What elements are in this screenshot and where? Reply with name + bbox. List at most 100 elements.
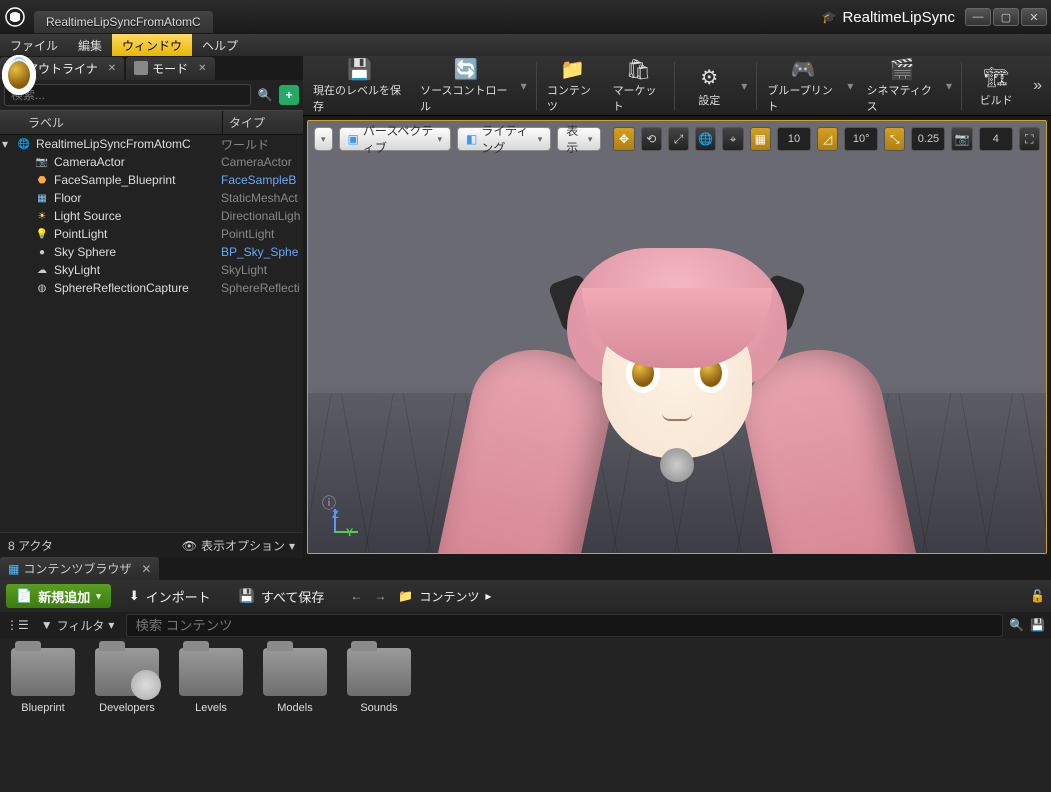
- asset-folder[interactable]: Developers: [92, 648, 162, 782]
- chevron-down-icon[interactable]: ▾: [946, 79, 957, 93]
- tab-content-browser[interactable]: ▦ コンテンツブラウザ ✕: [0, 557, 159, 580]
- row-type[interactable]: FaceSampleB: [221, 173, 301, 187]
- blueprint-button[interactable]: 🎮 ブループリント: [761, 58, 845, 114]
- menu-edit[interactable]: 編集: [68, 34, 112, 56]
- viewport-options-button[interactable]: ▾: [314, 127, 333, 151]
- search-icon[interactable]: 🔍: [255, 85, 275, 105]
- perspective-button[interactable]: ▣パースペクティブ▾: [339, 127, 452, 151]
- table-row[interactable]: 👁 ● Sky Sphere BP_Sky_Sphe: [0, 243, 303, 261]
- collapse-icon[interactable]: ▾: [2, 137, 12, 151]
- show-button[interactable]: 表示▾: [557, 127, 601, 151]
- filter-icon: ▼: [41, 618, 53, 632]
- surface-snap-icon[interactable]: ⌖: [722, 127, 743, 151]
- outliner-body[interactable]: 👁 ▾ 🌐 RealtimeLipSyncFromAtomC ワールド 👁 📷 …: [0, 135, 303, 532]
- asset-folder[interactable]: Levels: [176, 648, 246, 782]
- save-icon: 💾: [344, 57, 376, 82]
- maximize-viewport-icon[interactable]: ⛶: [1019, 127, 1040, 151]
- asset-folder[interactable]: Models: [260, 648, 330, 782]
- scale-gizmo-icon[interactable]: ⤢: [668, 127, 689, 151]
- maximize-button[interactable]: ▢: [993, 8, 1019, 26]
- settings-button[interactable]: ⚙ 設定: [679, 58, 739, 114]
- close-icon[interactable]: ✕: [141, 562, 151, 576]
- chevron-down-icon[interactable]: ▾: [521, 79, 532, 93]
- static-mesh-icon: ▦: [34, 190, 50, 206]
- import-icon: ⬇: [129, 588, 140, 604]
- cinematics-button[interactable]: 🎬 シネマティクス: [860, 58, 943, 114]
- viewport[interactable]: ▾ ▣パースペクティブ▾ ◧ライティング▾ 表示▾ ✥ ⟲ ⤢ 🌐 ⌖ ▦ 10…: [307, 120, 1047, 554]
- asset-grid[interactable]: Blueprint Developers Levels Models Sound…: [0, 638, 1051, 792]
- table-row[interactable]: 👁 ◍ SphereReflectionCapture SphereReflec…: [0, 279, 303, 297]
- filter-button[interactable]: ▼ フィルタ ▾: [35, 615, 121, 636]
- column-type[interactable]: タイプ: [223, 111, 303, 134]
- close-button[interactable]: ✕: [1021, 8, 1047, 26]
- menu-bar: ファイル 編集 ウィンドウ ヘルプ: [0, 34, 1051, 56]
- content-button[interactable]: 📁 コンテンツ: [541, 58, 605, 114]
- toolbar-overflow-button[interactable]: »: [1028, 77, 1047, 95]
- view-options-button[interactable]: 👁 表示オプション ▾: [182, 537, 295, 554]
- scale-snap-icon[interactable]: ⤡: [884, 127, 905, 151]
- asset-folder[interactable]: Blueprint: [8, 648, 78, 782]
- marketplace-button[interactable]: 🛍 マーケット: [607, 58, 671, 114]
- menu-window[interactable]: ウィンドウ: [112, 34, 192, 56]
- save-all-button[interactable]: 💾 すべて保存: [229, 584, 335, 608]
- content-search-input[interactable]: [126, 614, 1003, 637]
- save-layout-icon[interactable]: 💾: [1030, 618, 1045, 632]
- source-control-button[interactable]: 🔄 ソースコントロール: [414, 58, 519, 114]
- grid-snap-value[interactable]: 10: [777, 127, 811, 151]
- chevron-down-icon[interactable]: ▾: [741, 79, 752, 93]
- row-type: SkyLight: [221, 263, 301, 277]
- outliner-footer: 8 アクタ 👁 表示オプション ▾: [0, 532, 303, 558]
- table-row[interactable]: 👁 📷 CameraActor CameraActor: [0, 153, 303, 171]
- tab-mode-label: モード: [152, 60, 188, 77]
- project-tab[interactable]: RealtimeLipSyncFromAtomC: [34, 11, 213, 33]
- gear-icon: ⚙: [693, 64, 725, 92]
- close-icon[interactable]: ✕: [198, 63, 206, 74]
- camera-speed-icon[interactable]: 📷: [951, 127, 972, 151]
- column-label[interactable]: ラベル: [0, 111, 223, 134]
- folder-icon: [263, 648, 327, 696]
- chevron-down-icon: ▾: [96, 591, 101, 602]
- globe-icon[interactable]: 🌐: [695, 127, 716, 151]
- row-label: SphereReflectionCapture: [54, 281, 221, 295]
- nav-forward-button[interactable]: →: [370, 586, 390, 606]
- camera-speed-value[interactable]: 4: [979, 127, 1013, 151]
- menu-file[interactable]: ファイル: [0, 34, 68, 56]
- minimize-button[interactable]: —: [965, 8, 991, 26]
- import-button[interactable]: ⬇ インポート: [119, 584, 221, 608]
- scale-snap-value[interactable]: 0.25: [911, 127, 945, 151]
- rotate-gizmo-icon[interactable]: ⟲: [641, 127, 662, 151]
- asset-folder[interactable]: Sounds: [344, 648, 414, 782]
- world-icon: 🌐: [16, 136, 32, 152]
- add-actor-button[interactable]: +: [279, 85, 299, 105]
- angle-snap-value[interactable]: 10°: [844, 127, 878, 151]
- translate-gizmo-icon[interactable]: ✥: [613, 127, 634, 151]
- build-button[interactable]: 🏗 ビルド: [966, 58, 1026, 114]
- add-new-button[interactable]: 📄 新規追加 ▾: [6, 584, 111, 608]
- table-row[interactable]: 👁 💡 PointLight PointLight: [0, 225, 303, 243]
- close-icon[interactable]: ✕: [108, 63, 116, 74]
- table-row[interactable]: 👁 ▾ 🌐 RealtimeLipSyncFromAtomC ワールド: [0, 135, 303, 153]
- nav-back-button[interactable]: ←: [346, 586, 366, 606]
- breadcrumb[interactable]: 📁 コンテンツ ▸: [398, 588, 491, 605]
- table-row[interactable]: 👁 ⬣ FaceSample_Blueprint FaceSampleB: [0, 171, 303, 189]
- sphere-icon: ●: [34, 244, 50, 260]
- actor-count: 8 アクタ: [8, 537, 53, 554]
- mode-icon: [134, 61, 148, 75]
- row-type[interactable]: BP_Sky_Sphe: [221, 245, 301, 259]
- lighting-button[interactable]: ◧ライティング▾: [457, 127, 551, 151]
- lock-icon[interactable]: 🔓: [1030, 589, 1045, 603]
- search-icon[interactable]: 🔍: [1009, 618, 1024, 632]
- tab-mode[interactable]: モード ✕: [126, 57, 214, 80]
- folder-icon: 📁: [398, 589, 413, 603]
- table-row[interactable]: 👁 ☁ SkyLight SkyLight: [0, 261, 303, 279]
- grid-snap-icon[interactable]: ▦: [750, 127, 771, 151]
- angle-snap-icon[interactable]: ◿: [817, 127, 838, 151]
- menu-help[interactable]: ヘルプ: [192, 34, 248, 56]
- graduation-cap-icon[interactable]: 🎓: [821, 10, 836, 24]
- sources-toggle-icon[interactable]: ⋮☰: [6, 618, 29, 632]
- outliner-search-input[interactable]: [4, 84, 251, 106]
- chevron-down-icon[interactable]: ▾: [847, 79, 858, 93]
- save-level-button[interactable]: 💾 現在のレベルを保存: [307, 58, 412, 114]
- table-row[interactable]: 👁 ▦ Floor StaticMeshAct: [0, 189, 303, 207]
- table-row[interactable]: 👁 ☀ Light Source DirectionalLigh: [0, 207, 303, 225]
